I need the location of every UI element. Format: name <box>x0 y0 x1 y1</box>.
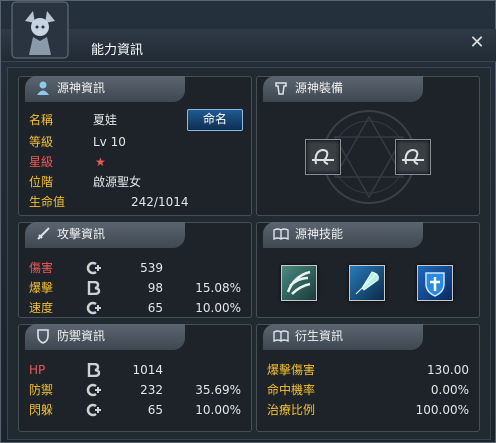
skill-shield-icon[interactable] <box>417 265 453 301</box>
attack-percent-speed: 10.00% <box>195 301 241 315</box>
derived-label-hit-rate: 命中機率 <box>267 383 316 397</box>
attack-label-speed: 速度 <box>29 301 54 315</box>
defense-label-dodge: 閃躲 <box>29 403 54 417</box>
defense-label-hp: HP <box>29 363 46 377</box>
skills-panel: 源神技能 <box>256 222 480 318</box>
grade-b-icon <box>87 281 101 295</box>
shield-icon <box>425 272 445 297</box>
info-value-hp: 242/1014 <box>131 195 189 209</box>
shield-outline-icon <box>37 329 49 344</box>
empty-slot-icon <box>312 148 334 165</box>
close-icon[interactable]: ✕ <box>467 33 487 53</box>
defense-percent-dodge: 10.00% <box>195 403 241 417</box>
window-body: 源神資訊 名稱 夏娃 命名 等級 Lv 10 星級 ★ 位階 啟源聖女 生命值 … <box>7 67 491 440</box>
grade-c-plus-icon <box>86 403 101 417</box>
info-value-rank: 啟源聖女 <box>93 175 142 189</box>
skills-header-label: 源神技能 <box>295 227 344 241</box>
claw-icon <box>286 270 311 295</box>
defense-label-defense: 防禦 <box>29 383 54 397</box>
feather-icon <box>355 271 379 295</box>
equipment-slot-1[interactable] <box>305 139 341 175</box>
equipment-panel: 源神裝備 <box>256 76 480 216</box>
sword-icon <box>37 227 50 240</box>
defense-header: 防禦資訊 <box>25 324 185 350</box>
attack-label-crit: 爆擊 <box>29 281 54 295</box>
person-icon <box>37 81 49 95</box>
info-label-name: 名稱 <box>29 113 54 127</box>
star-icon: ★ <box>95 155 106 169</box>
portrait-icon <box>11 1 69 59</box>
derived-label-heal-ratio: 治療比例 <box>267 403 316 417</box>
attack-panel: 攻擊資訊 傷害 539 爆擊 98 15.08% 速度 65 10.00% <box>18 222 252 318</box>
derived-panel: 衍生資訊 爆擊傷害 130.00 命中機率 0.00% 治療比例 100.00% <box>256 324 480 432</box>
defense-panel: 防禦資訊 HP 1014 防禦 232 35.69% 閃躲 65 10.00% <box>18 324 252 432</box>
attack-percent-crit: 15.08% <box>195 281 241 295</box>
window-title: 能力資訊 <box>91 43 144 58</box>
defense-value-hp: 1014 <box>132 363 163 377</box>
info-value-level: Lv 10 <box>93 135 126 149</box>
derived-label-crit-damage: 爆擊傷害 <box>267 363 316 377</box>
info-label-rank: 位階 <box>29 175 54 189</box>
equipment-header: 源神裝備 <box>263 76 423 102</box>
title-bar[interactable] <box>1 29 496 62</box>
equipment-header-label: 源神裝備 <box>295 81 344 95</box>
info-label-level: 等級 <box>29 135 54 149</box>
skills-header: 源神技能 <box>263 222 423 248</box>
defense-value-dodge: 65 <box>147 403 163 417</box>
rename-button[interactable]: 命名 <box>187 109 243 131</box>
skill-feather-icon[interactable] <box>349 265 385 301</box>
defense-percent-defense: 35.69% <box>195 383 241 397</box>
derived-value-heal-ratio: 100.00% <box>415 403 469 417</box>
info-label-hp: 生命值 <box>29 195 66 209</box>
grade-c-plus-icon <box>86 261 101 275</box>
armor-icon <box>275 82 287 95</box>
info-value-name: 夏娃 <box>93 113 118 127</box>
book-icon <box>273 330 289 343</box>
grade-c-plus-icon <box>86 301 101 315</box>
derived-value-crit-damage: 130.00 <box>427 363 469 377</box>
ability-info-window: 能力資訊 ✕ 源神資訊 名稱 夏娃 命名 等級 Lv 10 星級 ★ 位階 啟源… <box>0 0 496 443</box>
attack-label-damage: 傷害 <box>29 261 54 275</box>
skill-claw-icon[interactable] <box>281 265 317 301</box>
info-header: 源神資訊 <box>25 76 185 102</box>
grade-b-icon <box>87 363 101 377</box>
book-icon <box>273 228 289 241</box>
attack-value-crit: 98 <box>147 281 163 295</box>
equipment-slot-2[interactable] <box>395 139 431 175</box>
attack-value-damage: 539 <box>140 261 163 275</box>
derived-header: 衍生資訊 <box>263 324 423 350</box>
attack-header: 攻擊資訊 <box>25 222 185 248</box>
info-label-star: 星級 <box>29 155 54 169</box>
derived-header-label: 衍生資訊 <box>295 329 344 343</box>
derived-value-hit-rate: 0.00% <box>430 383 469 397</box>
attack-value-speed: 65 <box>147 301 163 315</box>
defense-value-defense: 232 <box>140 383 163 397</box>
empty-slot-icon <box>402 148 424 165</box>
info-panel: 源神資訊 名稱 夏娃 命名 等級 Lv 10 星級 ★ 位階 啟源聖女 生命值 … <box>18 76 252 216</box>
info-header-label: 源神資訊 <box>57 81 106 95</box>
attack-header-label: 攻擊資訊 <box>57 227 106 241</box>
defense-header-label: 防禦資訊 <box>57 329 106 343</box>
grade-c-plus-icon <box>86 383 101 397</box>
